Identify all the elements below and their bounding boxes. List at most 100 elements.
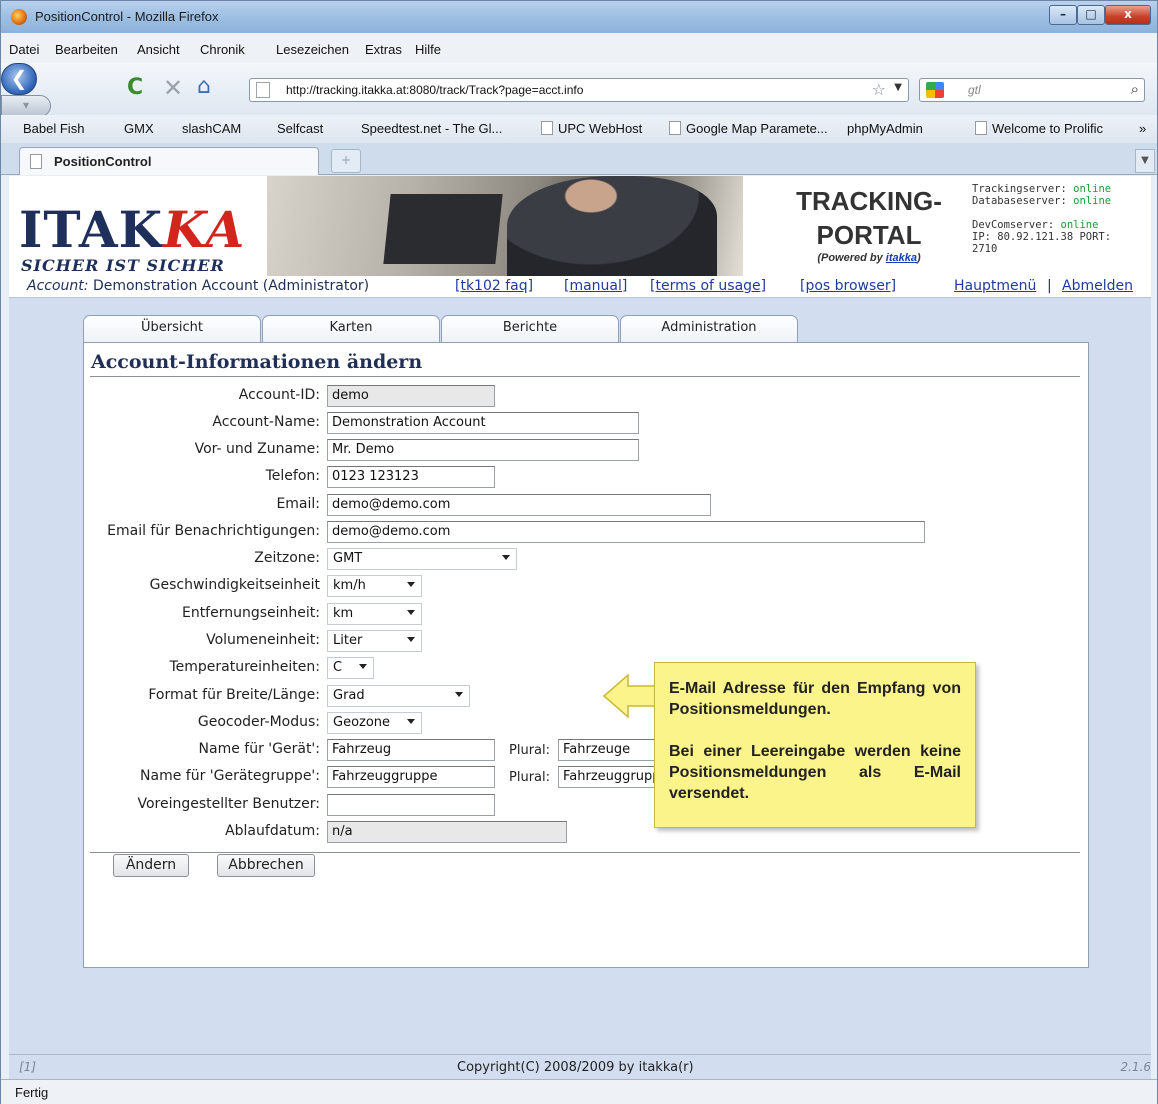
menu-chronik[interactable]: Chronik [200, 42, 245, 57]
bookmark-google-map[interactable]: Google Map Paramete... [669, 121, 828, 136]
default-user-field[interactable] [327, 794, 495, 816]
bookmark-label: Google Map Paramete... [686, 121, 828, 136]
phone-field[interactable]: 0123 123123 [327, 466, 495, 488]
powered-by-link[interactable]: itakka [886, 252, 917, 264]
minimize-button[interactable]: – [1049, 5, 1077, 25]
forward-button[interactable]: ▾ [1, 95, 51, 117]
phone-label: Telefon: [265, 468, 320, 484]
server-port: 2710 [972, 243, 998, 255]
change-button[interactable]: Ändern [113, 854, 189, 877]
page-icon [30, 154, 42, 169]
close-button[interactable]: x [1105, 5, 1151, 25]
device-group-plural-label: Plural: [509, 770, 550, 785]
volume-unit-label: Volumeneinheit: [206, 632, 320, 648]
speed-unit-select[interactable]: km/h [327, 575, 422, 597]
back-button[interactable]: ❮ [1, 63, 37, 95]
browser-tab-strip: PositionControl + ▼ [1, 143, 1157, 175]
tab-uebersicht[interactable]: Übersicht [83, 315, 261, 342]
logo-text-navy: ITAK [19, 200, 164, 259]
volume-unit-select[interactable]: Liter [327, 630, 422, 652]
bookmark-gmx[interactable]: GMX [124, 121, 154, 136]
bookmark-slashcam[interactable]: slashCAM [182, 121, 241, 136]
search-icon[interactable]: ⌕ [1131, 80, 1139, 98]
powered-prefix: (Powered by [817, 252, 886, 264]
menu-lesezeichen[interactable]: Lesezeichen [276, 42, 349, 57]
page-icon [541, 121, 553, 135]
bookmark-babel-fish[interactable]: Babel Fish [23, 121, 84, 136]
tracking-server-status: Trackingserver: online [972, 183, 1151, 195]
tab-administration[interactable]: Administration [620, 315, 798, 342]
bookmarks-overflow-button[interactable]: » [1139, 121, 1146, 136]
url-bar[interactable]: http://tracking.itakka.at:8080/track/Tra… [249, 78, 909, 102]
home-icon[interactable]: ⌂ [197, 75, 221, 101]
new-tab-button[interactable]: + [331, 149, 361, 173]
distance-unit-select[interactable]: km [327, 603, 422, 625]
search-input[interactable]: gtl ⌕ [919, 78, 1145, 102]
main-menu-link[interactable]: Hauptmenü [954, 278, 1036, 294]
menu-bearbeiten[interactable]: Bearbeiten [55, 42, 118, 57]
notification-email-field[interactable]: demo@demo.com [327, 521, 925, 543]
reload-icon[interactable]: C [127, 77, 149, 101]
cancel-button[interactable]: Abbrechen [217, 854, 315, 877]
bookmarks-toolbar: Babel Fish GMX slashCAM Selfcast Speedte… [1, 115, 1157, 143]
account-id-field: demo [327, 385, 495, 407]
bookmark-selfcast[interactable]: Selfcast [277, 121, 323, 136]
bookmark-label: UPC WebHost [558, 121, 643, 136]
portal-title-line1: TRACKING- [796, 186, 942, 216]
geocoder-mode-select[interactable]: Geozone [327, 712, 422, 734]
menu-extras[interactable]: Extras [365, 42, 402, 57]
site-banner: ITAKKA SICHER IST SICHER TRACKING- PORTA… [9, 176, 1151, 276]
menu-ansicht[interactable]: Ansicht [137, 42, 180, 57]
itakka-logo[interactable]: ITAKKA SICHER IST SICHER [19, 188, 259, 275]
google-icon[interactable] [926, 82, 944, 98]
coordinate-format-select[interactable]: Grad [327, 685, 470, 707]
callout-arrow [602, 673, 658, 719]
coordinate-format-label: Format für Breite/Länge: [148, 687, 320, 703]
bookmark-speedtest[interactable]: Speedtest.net - The Gl... [361, 121, 502, 136]
page-title: Account-Informationen ändern [91, 351, 423, 373]
bookmark-star-icon[interactable]: ☆ [872, 80, 886, 99]
timezone-select[interactable]: GMT [327, 548, 517, 570]
terms-of-usage-link[interactable]: [terms of usage] [650, 278, 766, 294]
tab-berichte[interactable]: Berichte [441, 315, 619, 342]
search-text[interactable]: gtl [968, 83, 981, 97]
status-value: online [1060, 219, 1099, 231]
chevron-down-icon[interactable]: ▼ [894, 82, 902, 93]
temperature-unit-select[interactable]: C [327, 657, 374, 679]
maximize-button[interactable]: □ [1077, 5, 1105, 25]
distance-unit-label: Entfernungseinheit: [181, 605, 320, 621]
page-icon [669, 121, 681, 135]
tab-karten[interactable]: Karten [262, 315, 440, 342]
email-field[interactable]: demo@demo.com [327, 494, 711, 516]
email-label: Email: [276, 496, 320, 512]
manual-link[interactable]: [manual] [564, 278, 627, 294]
bookmark-upc-webhost[interactable]: UPC WebHost [541, 121, 642, 136]
stop-icon[interactable]: ✕ [163, 76, 185, 101]
select-value: km/h [333, 578, 366, 593]
url-text[interactable]: http://tracking.itakka.at:8080/track/Tra… [286, 83, 583, 97]
form-divider [90, 852, 1080, 853]
chevron-down-icon [407, 582, 415, 587]
bookmark-label: slashCAM [182, 121, 242, 136]
full-name-field[interactable]: Mr. Demo [327, 439, 639, 461]
device-group-name-field[interactable]: Fahrzeuggruppe [327, 766, 495, 788]
account-name: Demonstration Account (Administrator) [88, 278, 370, 294]
bookmark-prolific[interactable]: Welcome to Prolific [975, 121, 1103, 136]
account-id-label: Account-ID: [238, 387, 320, 403]
bookmark-phpmyadmin[interactable]: phpMyAdmin [847, 121, 923, 136]
device-group-name-label: Name für 'Gerätegruppe': [140, 768, 320, 784]
account-name-field[interactable]: Demonstration Account [327, 412, 639, 434]
pos-browser-link[interactable]: [pos browser] [800, 278, 896, 294]
menu-bar: Datei Bearbeiten Ansicht Chronik Lesezei… [1, 33, 1157, 63]
browser-tab-active[interactable]: PositionControl [19, 147, 319, 175]
tk102-faq-link[interactable]: [tk102 faq] [455, 278, 533, 294]
select-value: Liter [333, 633, 363, 648]
chevron-down-icon [359, 664, 367, 669]
logout-link[interactable]: Abmelden [1062, 278, 1133, 294]
chevron-down-icon [407, 719, 415, 724]
tab-list-button[interactable]: ▼ [1135, 149, 1155, 173]
device-name-field[interactable]: Fahrzeug [327, 739, 495, 761]
menu-hilfe[interactable]: Hilfe [415, 42, 441, 57]
menu-datei[interactable]: Datei [9, 42, 39, 57]
